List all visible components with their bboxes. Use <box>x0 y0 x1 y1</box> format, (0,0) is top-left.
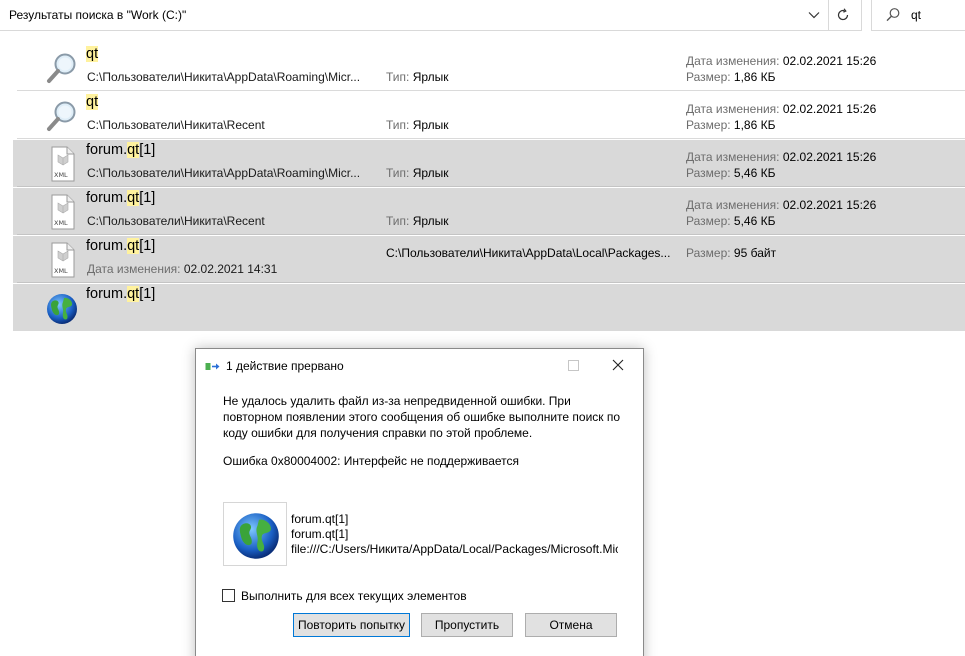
result-name[interactable]: forum.qt[1] <box>86 142 155 158</box>
result-path: C:\Пользователи\Никита\AppData\Roaming\M… <box>87 70 361 84</box>
result-date: Дата изменения: 02.02.2021 15:26 <box>686 102 877 116</box>
result-name[interactable]: qt <box>86 94 99 110</box>
result-date: Дата изменения: 02.02.2021 15:26 <box>686 150 877 164</box>
dialog-error-code: Ошибка 0x80004002: Интерфейс не поддержи… <box>223 454 520 468</box>
apply-all-label[interactable]: Выполнить для всех текущих элементов <box>241 589 467 603</box>
row-divider <box>17 282 965 283</box>
result-size: Размер: 1,86 КБ <box>686 70 776 84</box>
file-name: forum.qt[1] <box>291 512 349 526</box>
row-divider <box>17 186 965 187</box>
file-operation-icon <box>205 360 221 372</box>
result-type: Тип: Ярлык <box>386 166 449 180</box>
error-dialog: 1 действие прервано Не удалось удалить ф… <box>195 348 644 656</box>
globe-icon <box>45 290 79 326</box>
cancel-button[interactable]: Отмена <box>525 613 617 637</box>
xml-file-icon: XML <box>45 194 79 230</box>
chevron-down-icon[interactable] <box>803 4 825 26</box>
result-row[interactable]: XML forum.qt[1] C:\Пользователи\Никита\A… <box>13 140 965 187</box>
result-row[interactable]: qt C:\Пользователи\Никита\AppData\Roamin… <box>13 44 965 91</box>
result-modified: Дата изменения: 02.02.2021 14:31 <box>87 262 278 276</box>
highlight: qt <box>127 190 140 206</box>
result-type: Тип: Ярлык <box>386 118 449 132</box>
row-divider <box>17 90 965 91</box>
xml-file-icon: XML <box>45 242 79 278</box>
search-shortcut-icon <box>45 98 79 134</box>
search-input[interactable]: qt <box>911 8 921 22</box>
address-bar[interactable]: Результаты поиска в "Work (C:)" <box>0 0 862 31</box>
result-type: Тип: Ярлык <box>386 70 449 84</box>
result-name[interactable]: qt <box>86 46 99 62</box>
svg-text:XML: XML <box>54 219 68 227</box>
highlight: qt <box>127 238 140 254</box>
result-size: Размер: 95 байт <box>686 246 777 260</box>
result-date: Дата изменения: 02.02.2021 15:26 <box>686 198 877 212</box>
highlight: qt <box>86 46 99 62</box>
file-type: forum.qt[1] <box>291 527 349 541</box>
row-divider <box>17 234 965 235</box>
result-name[interactable]: forum.qt[1] <box>86 190 155 206</box>
result-row[interactable]: qt C:\Пользователи\Никита\Recent Тип: Яр… <box>13 92 965 139</box>
highlight: qt <box>86 94 99 110</box>
svg-text:XML: XML <box>54 171 68 179</box>
highlight: qt <box>127 286 140 302</box>
globe-icon <box>233 513 279 559</box>
apply-all-checkbox[interactable] <box>222 589 235 602</box>
close-icon[interactable] <box>610 357 626 373</box>
result-row[interactable]: XML forum.qt[1] Дата изменения: 02.02.20… <box>13 236 965 283</box>
file-info: forum.qt[1] forum.qt[1] file:///C:/Users… <box>291 512 618 557</box>
dialog-title: 1 действие прервано <box>226 359 344 373</box>
result-name[interactable]: forum.qt[1] <box>86 238 155 254</box>
file-thumbnail <box>223 502 287 566</box>
result-date: Дата изменения: 02.02.2021 15:26 <box>686 54 877 68</box>
result-type: Тип: Ярлык <box>386 214 449 228</box>
result-row[interactable]: forum.qt[1] <box>13 284 965 331</box>
address-bar-divider <box>828 0 829 31</box>
highlight: qt <box>127 142 140 158</box>
result-path: C:\Пользователи\Никита\Recent <box>87 118 265 132</box>
maximize-icon <box>566 358 580 372</box>
search-icon <box>885 7 901 23</box>
refresh-icon[interactable] <box>832 4 854 26</box>
skip-button[interactable]: Пропустить <box>421 613 513 637</box>
retry-button[interactable]: Повторить попытку <box>293 613 410 637</box>
result-path: C:\Пользователи\Никита\Recent <box>87 214 265 228</box>
row-divider <box>17 138 965 139</box>
result-size: Размер: 5,46 КБ <box>686 214 776 228</box>
result-location: C:\Пользователи\Никита\AppData\Local\Pac… <box>386 246 671 260</box>
xml-file-icon: XML <box>45 146 79 182</box>
result-row[interactable]: XML forum.qt[1] C:\Пользователи\Никита\R… <box>13 188 965 235</box>
address-bar-text: Результаты поиска в "Work (C:)" <box>9 8 187 22</box>
search-shortcut-icon <box>45 50 79 86</box>
dialog-message: Не удалось удалить файл из-за непредвиде… <box>223 394 621 440</box>
file-url: file:///C:/Users/Никита/AppData/Local/Pa… <box>291 542 618 556</box>
search-box[interactable]: qt <box>871 0 965 31</box>
result-size: Размер: 5,46 КБ <box>686 166 776 180</box>
svg-text:XML: XML <box>54 267 68 275</box>
result-size: Размер: 1,86 КБ <box>686 118 776 132</box>
result-name[interactable]: forum.qt[1] <box>86 286 155 302</box>
result-path: C:\Пользователи\Никита\AppData\Roaming\M… <box>87 166 361 180</box>
